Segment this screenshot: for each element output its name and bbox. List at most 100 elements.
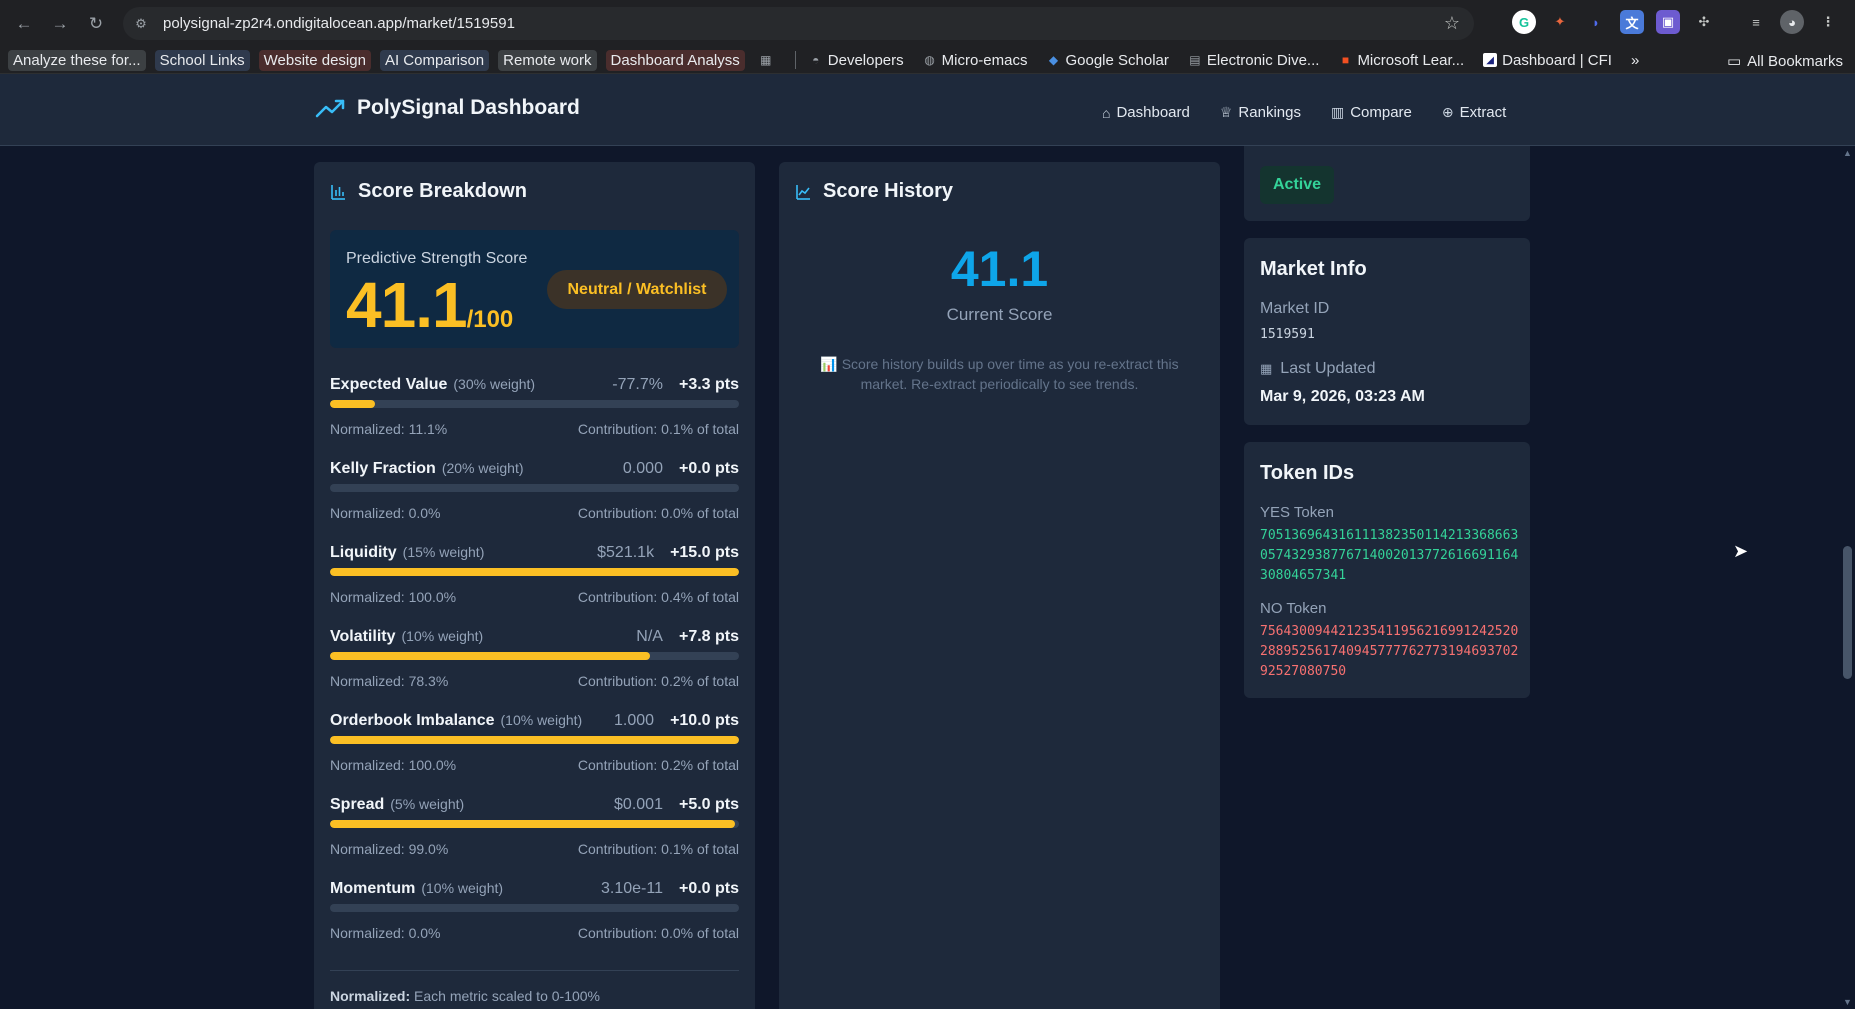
metric-values: 3.10e-11 +0.0 pts [601,880,739,898]
metric-values: -77.7% +3.3 pts [612,376,739,394]
all-bookmarks-button[interactable]: ▭ All Bookmarks [1727,52,1843,71]
url-text[interactable]: polysignal-zp2r4.ondigitalocean.app/mark… [163,15,515,32]
metric-normalized: Normalized: 100.0% [330,757,457,773]
metric-normalized: Normalized: 11.1% [330,421,448,437]
bookmark-label: Google Scholar [1065,51,1169,69]
metric-weight: (15% weight) [402,544,485,560]
bar-chart-icon [331,184,345,200]
home-icon: ⌂ [1102,104,1111,121]
nav-dashboard[interactable]: ⌂ Dashboard [1102,104,1190,121]
no-token-label: NO Token [1260,600,1327,617]
fox-extension-icon[interactable]: ✦ [1548,10,1572,34]
forward-icon[interactable]: → [48,12,72,36]
bookmark-developers[interactable]: ◓ Developers [804,50,909,71]
bookmark-google-scholar[interactable]: ◆ Google Scholar [1041,50,1173,71]
market-id-label: Market ID [1260,300,1330,317]
metric-points: +7.8 pts [678,628,739,645]
bookmark-school-links[interactable]: School Links [154,49,250,71]
shield-extension-icon[interactable]: ◗ [1584,10,1608,34]
apps-grid-icon[interactable]: ▦ [754,51,778,69]
bookmark-remote-work[interactable]: Remote work [498,49,597,71]
metric-row: Kelly Fraction (20% weight) 0.000 +0.0 pts N… [330,460,739,530]
metric-progress-bar [330,484,739,492]
nav-label: Extract [1459,104,1507,121]
bookmark-star-icon[interactable]: ☆ [1444,13,1460,34]
developers-icon: ◓ [812,53,820,67]
purple-extension-icon[interactable]: ▣ [1656,10,1680,34]
market-info-title: Market Info [1260,258,1367,280]
card-title-text: Score Breakdown [358,180,527,202]
metric-row: Volatility (10% weight) N/A +7.8 pts Normali… [330,628,739,698]
nav-compare[interactable]: ▥ Compare [1331,104,1412,121]
metric-name: Momentum (10% weight) [330,880,504,897]
reading-list-icon[interactable]: ≡ [1744,10,1768,34]
metric-progress-bar [330,736,739,744]
metric-progress-bar [330,820,739,828]
score-denominator: /100 [466,306,514,333]
bookmark-ai-comparison[interactable]: AI Comparison [379,49,490,71]
metric-points: +10.0 pts [670,712,739,729]
bookmark-dashboard-analyss[interactable]: Dashboard Analyss [605,49,745,71]
nav-label: Dashboard [1116,104,1190,121]
metric-weight: (20% weight) [441,460,524,476]
bookmark-micro-emacs[interactable]: ◍ Micro-emacs [918,50,1033,71]
metric-progress-fill [330,736,739,744]
yes-token-value[interactable]: 7051369643161113823501142133686630574329… [1260,526,1520,586]
back-icon[interactable]: ← [12,12,36,36]
microsoft-icon: ■ [1341,53,1350,67]
bookmark-dashboard-cfi[interactable]: ◢ Dashboard | CFI [1478,50,1617,71]
metric-points: +5.0 pts [678,796,739,813]
bookmark-analyze[interactable]: Analyze these for... [8,49,146,71]
address-bar[interactable]: ⚙ polysignal-zp2r4.ondigitalocean.app/ma… [123,7,1474,40]
brand[interactable]: PolySignal Dashboard [315,96,580,120]
bookmarks-bar: Analyze these for... School Links Websit… [0,47,1855,74]
token-ids-card: Token IDs YES Token 70513696431611138235… [1244,442,1530,698]
metric-contribution: Contribution: 0.2% of total [577,673,739,689]
plus-circle-icon: ⊕ [1441,104,1454,120]
note-bold: Normalized: [330,988,411,1004]
metric-weight: (5% weight) [390,796,465,812]
metric-row: Expected Value (30% weight) -77.7% +3.3 pts… [330,376,739,446]
scroll-down-icon[interactable]: ▼ [1843,997,1852,1007]
metric-progress-fill [330,820,735,828]
metric-weight: (10% weight) [401,628,484,644]
metric-weight: (10% weight) [500,712,583,728]
nav-rankings[interactable]: ♕ Rankings [1220,104,1301,121]
browser-toolbar: ← → ↻ ⚙ polysignal-zp2r4.ondigitalocean.… [0,0,1855,47]
profile-avatar-icon[interactable]: ◕ [1780,10,1804,34]
bar-chart-icon: ▥ [1330,104,1345,120]
reload-icon[interactable]: ↻ [84,12,108,36]
nav-extract[interactable]: ⊕ Extract [1442,104,1506,121]
metric-normalized: Normalized: 100.0% [330,589,457,605]
translate-extension-icon[interactable]: 文 [1620,10,1644,34]
bookmark-separator [794,51,796,69]
metric-values: 1.000 +10.0 pts [614,712,739,730]
metric-name: Spread (5% weight) [330,796,465,813]
top-nav: ⌂ Dashboard ♕ Rankings ▥ Compare ⊕ Extract [1102,104,1506,121]
metric-weight: (30% weight) [453,376,536,392]
metric-contribution: Contribution: 0.0% of total [577,505,739,521]
market-id-value: 1519591 [1260,327,1315,342]
scroll-up-icon[interactable]: ▲ [1843,148,1852,158]
metric-points: +0.0 pts [678,880,739,897]
metric-name: Expected Value (30% weight) [330,376,536,393]
score-value: 41.1/100 [346,268,513,342]
grammarly-extension-icon[interactable]: G [1512,10,1536,34]
all-bookmarks-label: All Bookmarks [1747,52,1843,70]
metric-row: Orderbook Imbalance (10% weight) 1.000 +10.… [330,712,739,782]
extensions-puzzle-icon[interactable]: ✣ [1692,10,1716,34]
nav-label: Compare [1350,104,1412,121]
bookmark-microsoft-learn[interactable]: ■ Microsoft Lear... [1333,50,1469,71]
site-info-icon[interactable]: ⚙ [133,16,149,32]
card-title-text: Score History [823,180,954,202]
browser-menu-icon[interactable]: ⋮ [1816,10,1840,34]
scroll-thumb[interactable] [1843,546,1852,679]
no-token-value[interactable]: 7564300944212354119562169912425202889525… [1260,622,1520,682]
page-scrollbar[interactable]: ▲ ▼ [1840,146,1855,1009]
metric-normalized: Normalized: 0.0% [330,925,441,941]
bookmark-website-design[interactable]: Website design [258,49,371,71]
metric-name: Volatility (10% weight) [330,628,484,645]
bookmark-electronic-dive[interactable]: ▤ Electronic Dive... [1183,50,1325,71]
metric-row: Momentum (10% weight) 3.10e-11 +0.0 pts Norm… [330,880,739,950]
more-bookmarks-icon[interactable]: » [1626,50,1644,71]
